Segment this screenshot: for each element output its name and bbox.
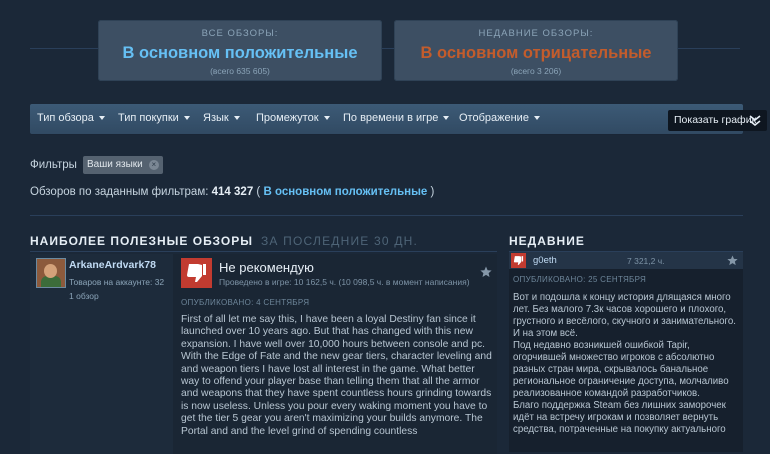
close-icon[interactable]: × [148, 160, 159, 170]
recent-reviews-rating: В основном отрицательные [420, 44, 652, 62]
recent-review-header[interactable]: g0eth 7 321,2 ч. [509, 252, 743, 269]
author-reviews[interactable]: 1 обзор [69, 289, 164, 303]
active-filters-label: Фильтры [30, 159, 77, 171]
author-products[interactable]: Товаров на аккаунте: 32 [69, 275, 164, 289]
award-star-icon[interactable] [727, 255, 738, 266]
show-graph-label: Показать график [674, 114, 757, 126]
award-star-icon[interactable] [480, 266, 492, 278]
filter-language[interactable]: Язык [203, 104, 240, 134]
playtime-text: Проведено в игре: 10 162,5 ч. (10 098,5 … [219, 277, 470, 287]
recent-author-name[interactable]: g0eth [533, 255, 557, 266]
caret-down-icon [323, 116, 330, 120]
review-card: ArkaneArdvark78 Товаров на аккаунте: 32 … [30, 254, 497, 454]
recent-reviews-heading: НЕДАВНИЕ [509, 234, 585, 248]
thumbs-down-icon [181, 258, 212, 288]
caret-down-icon [533, 116, 540, 120]
review-body: Не рекомендую Проведено в игре: 10 162,5… [173, 254, 497, 454]
caret-down-icon [443, 116, 450, 120]
avatar[interactable] [36, 258, 66, 288]
helpful-divider [30, 251, 497, 252]
filtered-stats: Обзоров по заданным фильтрам: 414 327 ( … [30, 186, 435, 198]
language-filter-chip[interactable]: Ваши языки × [83, 156, 163, 174]
filter-display[interactable]: Отображение [459, 104, 540, 134]
filter-date-range[interactable]: Промежуток [256, 104, 330, 134]
caret-down-icon [98, 116, 105, 120]
filter-review-type[interactable]: Тип обзора [37, 104, 105, 134]
author-info: Товаров на аккаунте: 32 1 обзор [69, 275, 164, 303]
recent-review-card: g0eth 7 321,2 ч. ОПУБЛИКОВАНО: 25 СЕНТЯБ… [509, 252, 743, 452]
show-graph-button[interactable]: Показать график [668, 110, 767, 131]
review-author-block[interactable]: ArkaneArdvark78 Товаров на аккаунте: 32 … [30, 254, 173, 454]
author-name[interactable]: ArkaneArdvark78 [69, 259, 156, 271]
thumbs-down-icon [511, 253, 526, 268]
caret-down-icon [233, 116, 240, 120]
filtered-count: 414 327 [211, 186, 254, 198]
all-reviews-label: ВСЕ ОБЗОРЫ: [201, 28, 279, 39]
recent-reviews-summary[interactable]: НЕДАВНИЕ ОБЗОРЫ: В основном отрицательны… [394, 20, 678, 81]
filter-purchase-type[interactable]: Тип покупки [118, 104, 190, 134]
recent-posted-date: ОПУБЛИКОВАНО: 25 СЕНТЯБРЯ [513, 275, 647, 284]
chevron-double-down-icon [749, 115, 761, 126]
all-reviews-count: (всего 635 605) [210, 66, 270, 76]
all-reviews-rating: В основном положительные [122, 44, 358, 62]
review-text: First of all let me say this, I have bee… [181, 314, 492, 437]
recent-reviews-label: НЕДАВНИЕ ОБЗОРЫ: [478, 28, 594, 39]
posted-date: ОПУБЛИКОВАНО: 4 СЕНТЯБРЯ [181, 298, 310, 307]
all-reviews-summary[interactable]: ВСЕ ОБЗОРЫ: В основном положительные (вс… [98, 20, 382, 81]
recent-reviews-count: (всего 3 206) [510, 66, 562, 76]
helpful-reviews-heading: НАИБОЛЕЕ ПОЛЕЗНЫЕ ОБЗОРЫ ЗА ПОСЛЕДНИЕ 30 … [30, 234, 419, 248]
recent-playtime: 7 321,2 ч. [627, 256, 665, 266]
recommendation-label[interactable]: Не рекомендую [219, 260, 314, 275]
chip-label: Ваши языки [87, 159, 143, 170]
content-divider [30, 215, 743, 216]
helpful-reviews-period: ЗА ПОСЛЕДНИЕ 30 ДН. [260, 234, 419, 248]
review-filter-bar: Тип обзора Тип покупки Язык Промежуток П… [30, 104, 767, 134]
filtered-rating: В основном положительные [263, 186, 428, 198]
filter-playtime[interactable]: По времени в игре [343, 104, 450, 134]
caret-down-icon [183, 116, 190, 120]
recent-review-text: Вот и подошла к концу история длящаяся м… [513, 292, 736, 435]
